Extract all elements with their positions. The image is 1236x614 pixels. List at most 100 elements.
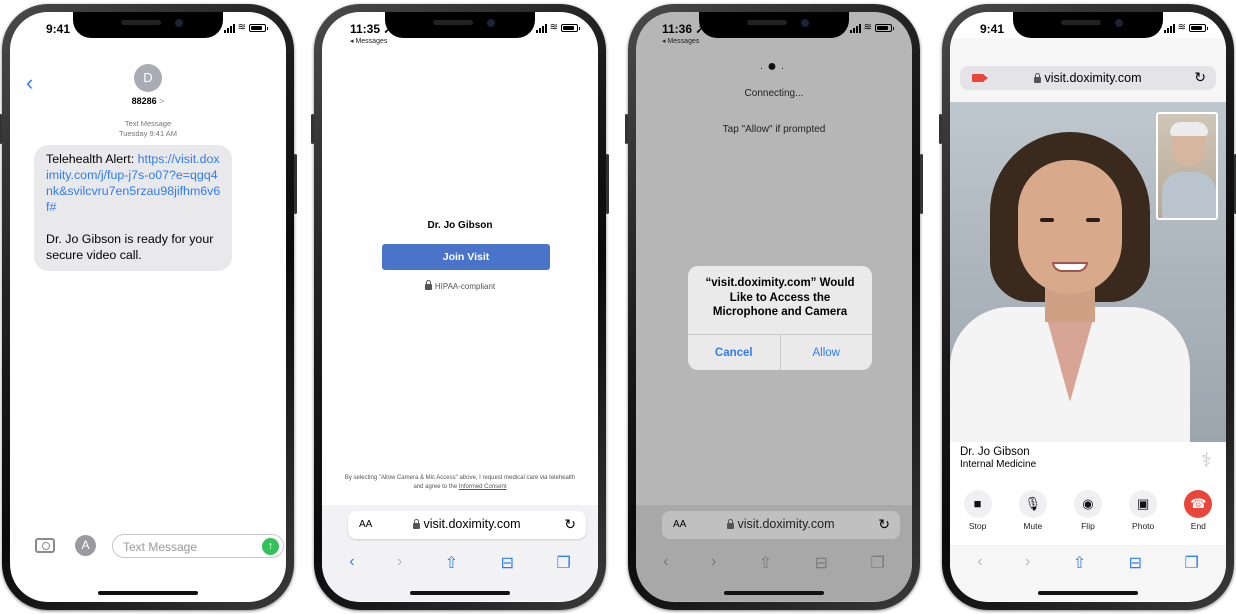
back-to-messages[interactable]: ◂ Messages	[662, 37, 699, 45]
contact-name[interactable]: 88286 >	[10, 96, 286, 106]
notch	[1013, 12, 1163, 38]
notch	[699, 12, 849, 38]
self-view-pip[interactable]	[1156, 112, 1218, 220]
caduceus-icon: ⚕	[1201, 450, 1212, 472]
reload-icon[interactable]: ↻	[564, 516, 576, 533]
caller-name: Dr. Jo Gibson	[960, 446, 1030, 458]
status-time: 9:41	[980, 22, 1005, 36]
caller-name-card: Dr. Jo Gibson Internal Medicine ⚕	[950, 442, 1226, 484]
signal-icon	[223, 23, 235, 33]
notch	[385, 12, 535, 38]
safari-address-bar: AA visit.doximity.com ↻	[636, 505, 912, 545]
home-indicator[interactable]	[1038, 591, 1138, 595]
phone-permission: 11:36 ➚ ◂ Messages ≋ ·●· Connecting... T…	[625, 4, 923, 610]
chevron-right-icon: >	[159, 96, 165, 106]
permission-alert: “visit.doximity.com” Would Like to Acces…	[688, 266, 872, 370]
signal-icon	[1163, 23, 1175, 33]
app-store-icon[interactable]: A	[75, 535, 96, 556]
reload-icon[interactable]: ↻	[1194, 69, 1206, 86]
photo-button[interactable]: ▣ Photo	[1121, 490, 1165, 542]
back-icon[interactable]: ‹	[977, 553, 982, 601]
forward-icon[interactable]: ›	[397, 553, 402, 601]
end-call-button[interactable]: ☎ End	[1176, 490, 1220, 542]
address-field[interactable]: AA visit.doximity.com ↻	[662, 511, 900, 539]
home-indicator[interactable]	[98, 591, 198, 595]
caller-specialty: Internal Medicine	[960, 459, 1037, 470]
hang-up-icon: ☎	[1184, 490, 1213, 518]
wifi-icon: ≋	[549, 22, 558, 33]
phone-messages: 9:41 ≋ ‹ D 88286 > Text Message Tuesday …	[0, 4, 297, 610]
tabs-icon[interactable]: ❐	[1184, 553, 1198, 601]
photo-icon: ▣	[1129, 490, 1158, 518]
wifi-icon: ≋	[863, 22, 872, 33]
battery-icon	[1189, 24, 1208, 32]
remote-video	[950, 102, 1226, 472]
forward-icon[interactable]: ›	[1025, 553, 1030, 601]
tabs-icon[interactable]: ❐	[556, 553, 570, 601]
message-input-placeholder: Text Message	[123, 540, 198, 554]
message-input[interactable]: Text Message ↑	[112, 534, 284, 558]
mute-button[interactable]: 🎙 Mute	[1011, 490, 1055, 542]
battery-icon	[875, 24, 894, 32]
url-text: visit.doximity.com	[423, 517, 521, 531]
battery-icon	[561, 24, 580, 32]
location-icon: ➚	[695, 22, 706, 36]
call-controls: ■ Stop 🎙 Mute ◉ Flip ▣ Photo ☎ End	[950, 484, 1226, 542]
loading-dots-icon: ·●·	[759, 58, 789, 75]
tap-allow-text: Tap "Allow" if prompted	[722, 124, 826, 135]
forward-icon[interactable]: ›	[711, 553, 716, 601]
back-to-messages[interactable]: ◂ Messages	[350, 37, 387, 45]
microphone-icon: 🎙	[1018, 490, 1047, 518]
send-icon[interactable]: ↑	[262, 538, 279, 555]
address-field[interactable]: visit.doximity.com ↻	[960, 66, 1216, 90]
stop-video-button[interactable]: ■ Stop	[956, 490, 1000, 542]
camera-flip-icon: ◉	[1073, 490, 1102, 518]
status-time: 11:36 ➚	[662, 22, 706, 36]
back-chevron-icon[interactable]: ‹	[26, 70, 33, 96]
back-icon[interactable]: ‹	[349, 553, 354, 601]
reload-icon[interactable]: ↻	[878, 516, 890, 533]
message-timestamp: Tuesday 9:41 AM	[118, 129, 178, 138]
flip-camera-button[interactable]: ◉ Flip	[1066, 490, 1110, 542]
back-icon[interactable]: ‹	[663, 553, 668, 601]
location-icon: ➚	[383, 22, 394, 36]
notch	[73, 12, 223, 38]
signal-icon	[535, 23, 547, 33]
battery-icon	[249, 24, 268, 32]
safari-address-bar: AA visit.doximity.com ↻	[322, 505, 598, 545]
wifi-icon: ≋	[237, 22, 246, 33]
consent-text: By selecting "Allow Camera & Mic Access"…	[344, 475, 576, 490]
camera-icon[interactable]	[35, 538, 55, 553]
permission-screen: 11:36 ➚ ◂ Messages ≋ ·●· Connecting... T…	[636, 12, 912, 602]
contact-number: 88286	[131, 96, 157, 106]
alert-title: “visit.doximity.com” Would Like to Acces…	[705, 277, 855, 318]
video-call-screen: 9:41 ≋ visit.doximity.com ↻ Dr. Jo Gibso…	[950, 12, 1226, 602]
alert-buttons: Cancel Allow	[688, 334, 872, 370]
status-icons: ≋	[535, 22, 580, 33]
informed-consent-link[interactable]: Informed Consent	[459, 484, 507, 490]
message-compose-bar: A Text Message ↑	[10, 534, 286, 564]
status-time: 9:41	[46, 22, 71, 36]
allow-button[interactable]: Allow	[781, 335, 873, 370]
signal-icon	[849, 23, 861, 33]
doctor-name: Dr. Jo Gibson	[427, 220, 493, 231]
join-visit-button[interactable]: Join Visit	[382, 244, 550, 270]
url-text: visit.doximity.com	[737, 517, 835, 531]
status-icons: ≋	[1163, 23, 1208, 33]
join-visit-screen: 11:35 ➚ ◂ Messages ≋ Dr. Jo Gibson Join …	[322, 12, 598, 602]
avatar[interactable]: D	[134, 64, 162, 92]
address-field[interactable]: AA visit.doximity.com ↻	[348, 511, 586, 539]
phone-video-call: 9:41 ≋ visit.doximity.com ↻ Dr. Jo Gibso…	[939, 4, 1236, 610]
tabs-icon[interactable]: ❐	[870, 553, 884, 601]
phone-join-visit: 11:35 ➚ ◂ Messages ≋ Dr. Jo Gibson Join …	[311, 4, 609, 610]
home-indicator[interactable]	[724, 591, 824, 595]
message-bubble: Telehealth Alert: https://visit.doximity…	[34, 145, 232, 271]
status-icons: ≋	[849, 22, 894, 33]
status-time: 11:35 ➚	[350, 22, 394, 36]
message-meta: Text Message Tuesday 9:41 AM	[10, 119, 286, 139]
messages-screen: 9:41 ≋ ‹ D 88286 > Text Message Tuesday …	[10, 12, 286, 602]
home-indicator[interactable]	[410, 591, 510, 595]
lock-icon	[413, 519, 421, 529]
cancel-button[interactable]: Cancel	[688, 335, 781, 370]
hipaa-badge: HIPAA-compliant	[322, 280, 598, 291]
